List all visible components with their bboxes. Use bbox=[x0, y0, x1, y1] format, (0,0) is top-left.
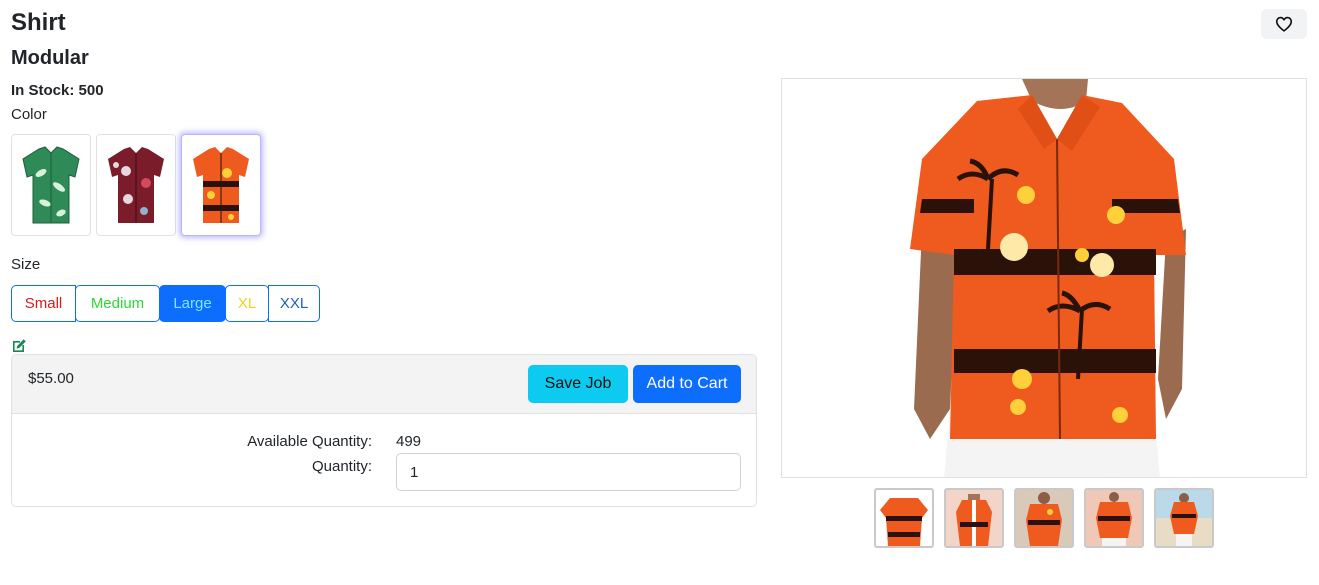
thumbnail-4[interactable] bbox=[1084, 488, 1144, 548]
thumbnail-3-image bbox=[1016, 490, 1072, 546]
shirt-maroon-image bbox=[108, 147, 164, 223]
stock-status: In Stock: 500 bbox=[11, 82, 104, 99]
heart-icon bbox=[1275, 16, 1293, 32]
thumbnail-1[interactable] bbox=[874, 488, 934, 548]
size-xl-button[interactable]: XL bbox=[225, 285, 269, 322]
color-swatch-orange[interactable] bbox=[181, 134, 261, 236]
thumbnail-4-image bbox=[1086, 490, 1142, 546]
size-small-button[interactable]: Small bbox=[11, 285, 76, 322]
size-large-button[interactable]: Large bbox=[159, 285, 226, 322]
size-medium-button[interactable]: Medium bbox=[75, 285, 160, 322]
color-swatches bbox=[11, 134, 261, 236]
purchase-card: $55.00 Save Job Add to Cart Available Qu… bbox=[11, 354, 757, 507]
color-label: Color bbox=[11, 106, 47, 123]
available-quantity-label: Available Quantity: bbox=[247, 433, 372, 450]
product-title: Shirt bbox=[11, 9, 66, 36]
size-label: Size bbox=[11, 256, 41, 273]
shirt-main-image bbox=[910, 79, 1186, 477]
thumbnail-5[interactable] bbox=[1154, 488, 1214, 548]
quantity-label: Quantity: bbox=[311, 458, 372, 475]
thumbnail-2[interactable] bbox=[944, 488, 1004, 548]
size-xxl-button[interactable]: XXL bbox=[268, 285, 320, 322]
save-job-button[interactable]: Save Job bbox=[528, 365, 628, 403]
thumbnail-5-image bbox=[1156, 490, 1212, 546]
quantity-input[interactable] bbox=[396, 453, 741, 491]
add-to-cart-button[interactable]: Add to Cart bbox=[633, 365, 741, 403]
shirt-orange-image bbox=[193, 147, 249, 223]
purchase-card-header: $55.00 Save Job Add to Cart bbox=[12, 355, 756, 414]
main-product-image[interactable] bbox=[781, 78, 1307, 478]
thumbnail-2-image bbox=[946, 490, 1002, 546]
thumbnail-1-image bbox=[876, 490, 932, 546]
color-swatch-maroon[interactable] bbox=[96, 134, 176, 236]
available-quantity-value: 499 bbox=[396, 433, 422, 450]
thumbnail-3[interactable] bbox=[1014, 488, 1074, 548]
shirt-green-image bbox=[22, 146, 80, 224]
product-brand: Modular bbox=[11, 47, 89, 69]
favorite-button[interactable] bbox=[1261, 9, 1307, 39]
thumbnail-strip bbox=[874, 488, 1214, 548]
product-price: $55.00 bbox=[28, 370, 74, 387]
color-swatch-green[interactable] bbox=[11, 134, 91, 236]
size-selector: Small Medium Large XL XXL bbox=[11, 285, 320, 322]
edit-icon[interactable] bbox=[11, 338, 27, 354]
